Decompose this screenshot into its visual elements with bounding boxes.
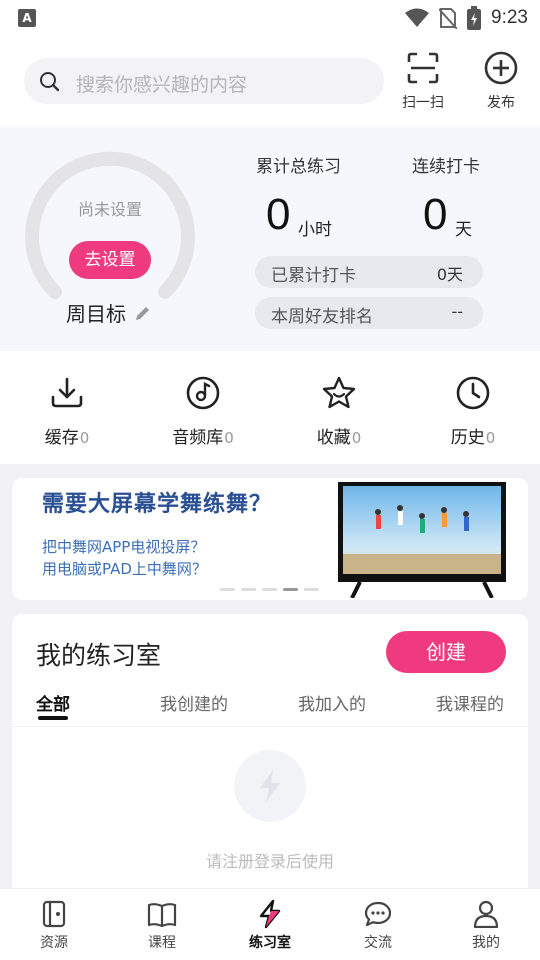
nav-resources[interactable]: 资源 bbox=[14, 899, 94, 952]
cache-count: 0 bbox=[79, 429, 90, 447]
tab-courses[interactable]: 我课程的 bbox=[436, 690, 504, 715]
tab-joined[interactable]: 我加入的 bbox=[298, 690, 366, 715]
room-tabs: 全部 我创建的 我加入的 我课程的 bbox=[12, 684, 528, 724]
search-bar[interactable]: 搜索你感兴趣的内容 bbox=[24, 58, 384, 104]
tab-all[interactable]: 全部 bbox=[36, 690, 70, 715]
friend-rank-label: 本周好友排名 bbox=[271, 307, 373, 327]
checkin-total-value: 0天 bbox=[436, 265, 463, 284]
battery-icon bbox=[467, 6, 482, 30]
no-sim-icon bbox=[439, 8, 458, 29]
empty-state-icon bbox=[234, 750, 306, 822]
scan-label: 扫一扫 bbox=[402, 95, 444, 111]
banner-title: 需要大屏幕学舞练舞？ bbox=[42, 492, 273, 517]
status-bar: A 9:23 bbox=[0, 0, 540, 36]
status-icons: 9:23 bbox=[405, 6, 528, 30]
quick-actions-row: 缓存0 音频库0 收藏0 历史0 bbox=[0, 351, 540, 464]
pagination-dot[interactable] bbox=[262, 588, 277, 591]
practice-room-title: 我的练习室 bbox=[36, 641, 162, 670]
streak-unit: 天 bbox=[455, 220, 472, 240]
add-circle-icon bbox=[484, 51, 518, 85]
empty-state-text: 请注册登录后使用 bbox=[205, 852, 334, 871]
nav-profile[interactable]: 我的 bbox=[446, 899, 526, 952]
nav-practice-room[interactable]: 练习室 bbox=[230, 899, 310, 952]
chat-icon bbox=[364, 901, 392, 927]
cache-label: 缓存 bbox=[44, 428, 79, 448]
weekly-goal-label[interactable]: 周目标 bbox=[66, 298, 152, 327]
tv-illustration bbox=[338, 482, 506, 598]
book-icon bbox=[147, 903, 177, 927]
nav-courses[interactable]: 课程 bbox=[122, 899, 202, 952]
lightning-icon bbox=[260, 770, 280, 802]
audio-library-count: 0 bbox=[224, 429, 234, 447]
music-disc-icon bbox=[186, 376, 220, 410]
audio-library-button[interactable]: 音频库0 bbox=[148, 373, 258, 448]
checkin-total-pill: 已累计打卡 0天 bbox=[255, 256, 483, 288]
search-placeholder: 搜索你感兴趣的内容 bbox=[76, 74, 248, 96]
banner-subtitle: 把中舞网APP电视投屏？ 用电脑或PAD上中舞网？ bbox=[42, 536, 207, 580]
history-count: 0 bbox=[485, 429, 496, 447]
wifi-icon bbox=[405, 8, 430, 27]
download-icon bbox=[51, 377, 83, 408]
pagination-dot-active[interactable] bbox=[283, 588, 298, 591]
checkin-total-label: 已累计打卡 bbox=[271, 266, 356, 286]
history-label: 历史 bbox=[450, 428, 485, 448]
pagination-dot[interactable] bbox=[241, 588, 256, 591]
star-icon bbox=[322, 376, 356, 409]
cache-button[interactable]: 缓存0 bbox=[12, 373, 122, 448]
tabs-divider bbox=[12, 726, 528, 727]
audio-library-label: 音频库 bbox=[172, 428, 224, 448]
favorites-count: 0 bbox=[351, 429, 362, 447]
favorites-button[interactable]: 收藏0 bbox=[284, 373, 394, 448]
total-practice-value: 0 bbox=[266, 190, 291, 239]
top-header: 搜索你感兴趣的内容 扫一扫 发布 bbox=[0, 36, 540, 126]
total-practice-unit: 小时 bbox=[298, 220, 332, 240]
promo-banner[interactable]: 需要大屏幕学舞练舞？ 把中舞网APP电视投屏？ 用电脑或PAD上中舞网？ bbox=[12, 478, 528, 600]
friend-rank-pill[interactable]: 本周好友排名 -- bbox=[255, 297, 483, 329]
user-icon bbox=[473, 900, 499, 928]
set-goal-button[interactable]: 去设置 bbox=[69, 241, 151, 279]
pagination-dot[interactable] bbox=[220, 588, 235, 591]
app-notification-icon: A bbox=[18, 9, 36, 27]
edit-pencil-icon bbox=[136, 306, 149, 320]
search-icon bbox=[40, 72, 60, 92]
banner-line-1: 把中舞网APP电视投屏？ bbox=[42, 538, 206, 556]
friend-rank-value: -- bbox=[451, 302, 463, 321]
nav-profile-label: 我的 bbox=[472, 935, 500, 951]
history-button[interactable]: 历史0 bbox=[418, 373, 528, 448]
practice-stats-card: 尚未设置 去设置 周目标 累计总练习 0 小时 连续打卡 0 天 已累计打卡 0… bbox=[0, 126, 540, 351]
create-room-button[interactable]: 创建 bbox=[386, 631, 506, 673]
lightning-icon bbox=[259, 899, 281, 929]
clock-time: 9:23 bbox=[491, 7, 528, 28]
my-practice-room-card: 我的练习室 创建 全部 我创建的 我加入的 我课程的 请注册登录后使用 bbox=[12, 614, 528, 904]
streak-value: 0 bbox=[423, 190, 448, 239]
scan-icon bbox=[407, 52, 439, 84]
nav-community-label: 交流 bbox=[364, 935, 392, 951]
gauge-status-text: 尚未设置 bbox=[77, 200, 142, 219]
nav-community[interactable]: 交流 bbox=[338, 899, 418, 952]
weekly-goal-text: 周目标 bbox=[66, 302, 126, 326]
banner-pagination bbox=[220, 588, 319, 591]
bottom-navigation: 资源 课程 练习室 交流 我的 bbox=[0, 888, 540, 960]
banner-line-2: 用电脑或PAD上中舞网？ bbox=[42, 560, 207, 578]
streak-title: 连续打卡 bbox=[412, 157, 480, 177]
tab-created[interactable]: 我创建的 bbox=[160, 690, 228, 715]
publish-label: 发布 bbox=[487, 95, 515, 111]
clock-icon bbox=[456, 376, 490, 410]
total-practice-title: 累计总练习 bbox=[256, 157, 341, 177]
scan-button[interactable]: 扫一扫 bbox=[395, 50, 451, 112]
nav-resources-label: 资源 bbox=[40, 935, 68, 951]
pagination-dot[interactable] bbox=[304, 588, 319, 591]
nav-practice-room-label: 练习室 bbox=[249, 935, 291, 951]
active-tab-indicator bbox=[38, 716, 68, 720]
favorites-label: 收藏 bbox=[316, 428, 351, 448]
publish-button[interactable]: 发布 bbox=[473, 50, 529, 112]
resource-icon bbox=[42, 900, 66, 928]
weekly-goal-gauge bbox=[25, 151, 195, 299]
nav-courses-label: 课程 bbox=[148, 935, 176, 951]
